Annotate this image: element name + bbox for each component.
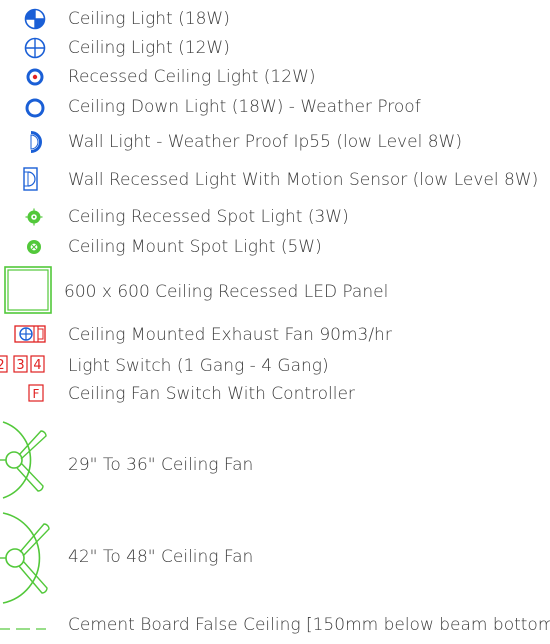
fan-switch-letter: F bbox=[33, 387, 40, 401]
fan-switch-icon: F bbox=[28, 384, 44, 402]
wall-recessed-light-icon bbox=[23, 167, 39, 191]
switch-label-4: 4 bbox=[33, 358, 41, 373]
ceiling-light-quadrant-icon bbox=[24, 8, 46, 30]
legend-label-recessed-ceiling-light: Recessed Ceiling Light (12W) bbox=[68, 67, 316, 87]
wall-light-half-circle-icon bbox=[29, 131, 45, 153]
legend-label-light-switch: Light Switch (1 Gang - 4 Gang) bbox=[68, 356, 329, 376]
legend-label-ceiling-fan-small: 29" To 36" Ceiling Fan bbox=[68, 455, 254, 475]
false-ceiling-line-icon bbox=[0, 626, 52, 632]
legend-label-recessed-spot: Ceiling Recessed Spot Light (3W) bbox=[68, 207, 349, 227]
recessed-light-dot-icon bbox=[25, 67, 45, 87]
legend-label-down-light: Ceiling Down Light (18W) - Weather Proof bbox=[68, 97, 421, 117]
legend-label-ceiling-light-12w: Ceiling Light (12W) bbox=[68, 38, 230, 58]
led-panel-square-icon bbox=[4, 266, 52, 314]
ceiling-fan-icon bbox=[0, 418, 60, 502]
exhaust-fan-icon bbox=[14, 325, 46, 343]
legend-label-ceiling-fan-large: 42" To 48" Ceiling Fan bbox=[68, 547, 254, 567]
legend-label-mount-spot: Ceiling Mount Spot Light (5W) bbox=[68, 237, 322, 257]
legend-label-wall-recessed-light: Wall Recessed Light With Motion Sensor (… bbox=[68, 170, 539, 190]
ceiling-light-cross-icon bbox=[24, 37, 46, 59]
legend-label-exhaust-fan: Ceiling Mounted Exhaust Fan 90m3/hr bbox=[68, 325, 392, 345]
mount-spot-icon bbox=[25, 238, 43, 256]
recessed-spot-icon bbox=[25, 208, 43, 226]
switch-label-3: 3 bbox=[16, 358, 24, 373]
ceiling-fan-large-icon bbox=[0, 510, 62, 606]
legend-label-wall-light: Wall Light - Weather Proof Ip55 (low Lev… bbox=[68, 132, 462, 152]
light-switch-icon: 2 3 4 bbox=[0, 355, 46, 373]
switch-label-2: 2 bbox=[0, 358, 5, 373]
legend-label-false-ceiling: Cement Board False Ceiling [150mm below … bbox=[68, 615, 550, 635]
legend-label-ceiling-light-18w: Ceiling Light (18W) bbox=[68, 9, 230, 29]
down-light-ring-icon bbox=[24, 97, 46, 119]
legend-label-led-panel: 600 x 600 Ceiling Recessed LED Panel bbox=[64, 282, 389, 302]
legend-label-fan-switch: Ceiling Fan Switch With Controller bbox=[68, 384, 355, 404]
